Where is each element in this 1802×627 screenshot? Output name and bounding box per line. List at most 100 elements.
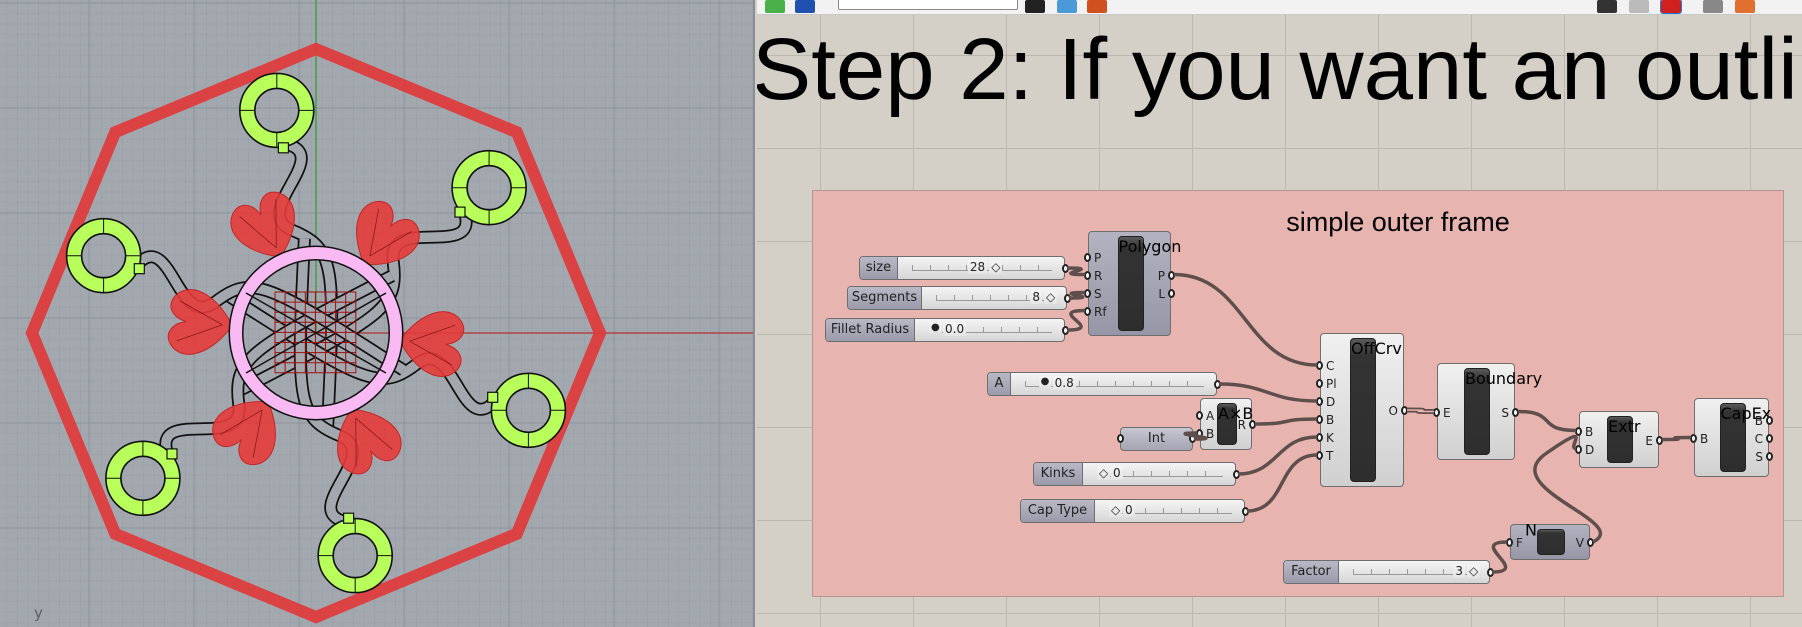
output-label-v: V [1575, 536, 1584, 550]
output-label-c: C [1754, 431, 1763, 446]
input-port[interactable] [1506, 538, 1513, 547]
slider-kinks[interactable]: Kinks ◇ 0 [1033, 462, 1240, 486]
input-port[interactable] [1117, 434, 1124, 443]
input-label-t: T [1326, 449, 1334, 463]
component-boundary[interactable]: Boundary E S [1433, 363, 1542, 460]
output-port[interactable] [1062, 264, 1069, 273]
output-port[interactable] [1766, 433, 1773, 443]
slider-segments[interactable]: Segments ◇ 8 [847, 286, 1071, 310]
slider-label: Segments [848, 287, 922, 309]
group-title: simple outer frame [1286, 207, 1510, 237]
component-name: Extr [1608, 417, 1641, 436]
output-port[interactable] [1189, 434, 1196, 443]
input-port[interactable] [1196, 411, 1203, 420]
slider-a[interactable]: A ● 0.8 [987, 372, 1221, 396]
output-port[interactable] [1062, 326, 1069, 335]
component-nickname-bar: Extr [1607, 416, 1641, 463]
green-ring [105, 440, 181, 517]
component-n[interactable]: NF V [1506, 521, 1594, 560]
output-port[interactable] [1064, 294, 1071, 303]
output-port[interactable] [1487, 568, 1494, 577]
input-port[interactable] [1575, 426, 1582, 436]
input-port[interactable] [1690, 433, 1697, 443]
output-port[interactable] [1656, 435, 1663, 445]
slider-grip-diamond-icon[interactable]: ◇ [1097, 466, 1111, 480]
slider-grip-diamond-icon[interactable]: ◇ [1044, 290, 1058, 304]
slider-grip-circle-icon[interactable]: ● [929, 322, 942, 333]
output-label-o: O [1388, 404, 1398, 418]
component-nickname-bar: N [1525, 521, 1565, 555]
slider-grip-diamond-icon[interactable]: ◇ [1109, 503, 1123, 517]
input-port[interactable] [1575, 444, 1582, 454]
input-port[interactable] [1084, 306, 1091, 316]
param-int[interactable]: Int [1117, 427, 1196, 451]
input-label-d: D [1326, 395, 1336, 409]
component-nickname-bar: CapEx [1719, 403, 1772, 472]
slider-captype[interactable]: Cap Type ◇ 0 [1020, 499, 1249, 523]
output-port[interactable] [1214, 380, 1221, 389]
viewport-drawing [0, 0, 753, 627]
group-simple-outer-frame[interactable]: simple outer frame [812, 190, 1784, 597]
slider-grip-circle-icon[interactable]: ● [1038, 376, 1052, 387]
selected-icon[interactable] [1703, 0, 1723, 13]
input-port[interactable] [1433, 407, 1440, 417]
input-port[interactable] [1316, 451, 1323, 460]
input-port[interactable] [1084, 270, 1091, 280]
output-port[interactable] [1233, 470, 1240, 479]
output-port[interactable] [1242, 507, 1249, 516]
shaded-icon[interactable] [1660, 0, 1682, 14]
component-nickname-bar: Boundary [1464, 368, 1542, 455]
slider-size[interactable]: size ◇ 28 [859, 256, 1069, 280]
zoom-extents-icon[interactable] [1025, 0, 1045, 13]
output-label-r: R [1237, 418, 1246, 432]
slider-grip-diamond-icon[interactable]: ◇ [989, 260, 1003, 274]
ring-connector [277, 142, 289, 154]
output-port[interactable] [1401, 406, 1408, 415]
globe-icon[interactable] [1057, 0, 1077, 13]
output-port[interactable] [1512, 407, 1519, 417]
output-port[interactable] [1587, 538, 1594, 547]
wireframe-icon[interactable] [1629, 0, 1649, 13]
slider-label: Kinks [1034, 463, 1083, 485]
slider-fillet[interactable]: Fillet Radius ● 0.0 [825, 318, 1069, 342]
slider-value: 0.0 [943, 322, 967, 336]
component-extr[interactable]: Extr B D E [1575, 411, 1663, 468]
ring-connector [343, 512, 355, 524]
component-offcrv[interactable]: OffCrv C Pl D B K T O [1316, 333, 1408, 487]
input-port[interactable] [1316, 433, 1323, 442]
input-port[interactable] [1084, 288, 1091, 298]
output-port[interactable] [1766, 451, 1773, 461]
save-icon[interactable] [795, 0, 815, 13]
component-axb[interactable]: A×B A B R [1196, 398, 1256, 450]
paint-icon[interactable] [1087, 0, 1107, 13]
input-label-r: R [1094, 268, 1103, 283]
input-port[interactable] [1084, 252, 1091, 262]
input-port[interactable] [1316, 361, 1323, 370]
input-port[interactable] [1196, 429, 1203, 438]
toolbar-input[interactable] [838, 0, 1018, 10]
input-port[interactable] [1316, 379, 1323, 388]
component-nickname-bar: A×B [1217, 403, 1254, 445]
input-label-s: S [1094, 286, 1102, 301]
input-port[interactable] [1316, 415, 1323, 424]
component-name: CapEx [1720, 404, 1772, 423]
output-port[interactable] [1249, 420, 1256, 429]
slider-factor[interactable]: Factor ◇ 3 [1283, 560, 1494, 584]
preview-off-icon[interactable] [1597, 0, 1617, 13]
component-capex[interactable]: CapEx B B C S [1690, 398, 1773, 477]
rhino-viewport[interactable]: y [0, 0, 755, 627]
component-name: A×B [1218, 404, 1254, 423]
output-port[interactable] [1766, 415, 1773, 425]
grasshopper-canvas[interactable]: Step 2: If you want an outline simple ou… [757, 0, 1802, 627]
slider-grip-diamond-icon[interactable]: ◇ [1467, 564, 1481, 578]
output-port[interactable] [1168, 270, 1175, 280]
output-port[interactable] [1168, 288, 1175, 298]
canvas-toolbar [757, 0, 1802, 15]
component-polygon[interactable]: Polygon P R S Rf P L [1084, 231, 1182, 336]
slider-value: 28 [967, 260, 988, 274]
colored-icon[interactable] [1735, 0, 1755, 13]
slider-value: 8 [1030, 290, 1042, 304]
new-document-icon[interactable] [765, 0, 785, 13]
input-port[interactable] [1316, 397, 1323, 406]
component-name: Polygon [1118, 237, 1182, 256]
